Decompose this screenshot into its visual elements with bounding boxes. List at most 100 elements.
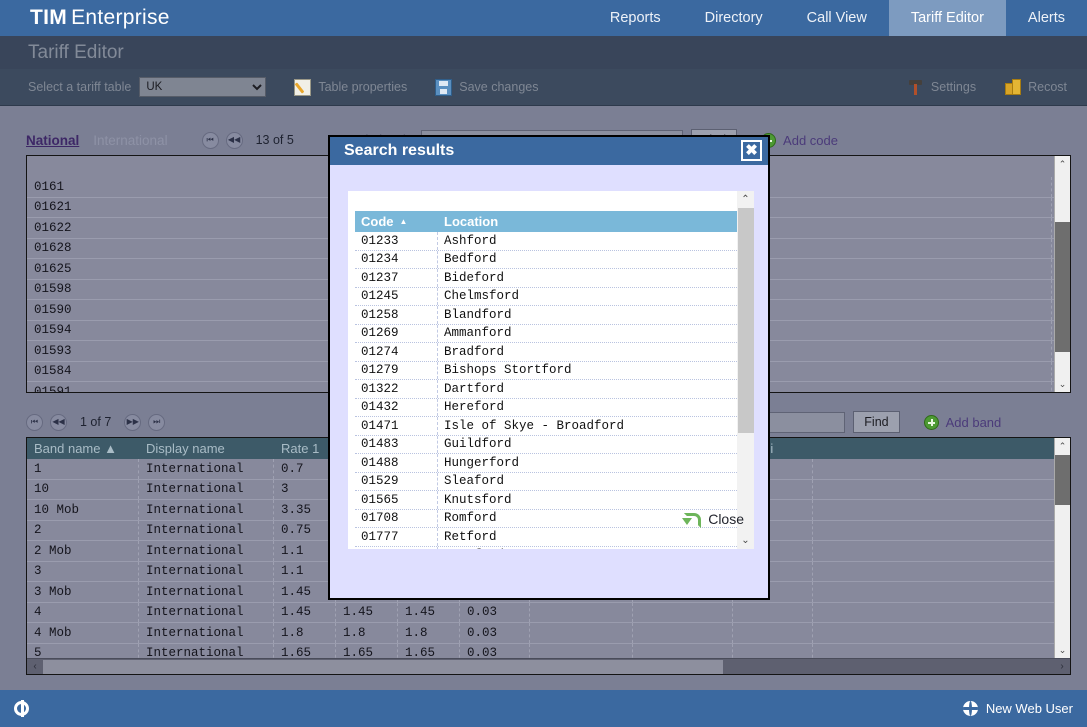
close-icon[interactable]: ✖: [741, 140, 762, 161]
list-item[interactable]: 01258Blandford: [355, 306, 737, 325]
bands-first-page-button[interactable]: ⏮: [26, 414, 43, 431]
cell-band: 10 Mob: [27, 500, 139, 520]
list-item[interactable]: 01322Dartford: [355, 380, 737, 399]
cell-display: International: [139, 500, 274, 520]
dialog-body: Code ▲ Location 01233Ashford01234Bedford…: [330, 165, 768, 549]
list-item[interactable]: 01432Hereford: [355, 399, 737, 418]
cell-connect: [633, 603, 733, 623]
cell-r1: 1.45: [274, 582, 336, 602]
table-properties-button[interactable]: Table properties: [294, 79, 407, 96]
bands-scroll-thumb[interactable]: [1055, 455, 1070, 505]
dialog-scroll-thumb[interactable]: [738, 208, 754, 433]
column-header-code[interactable]: Code ▲: [355, 214, 438, 229]
tariff-table-select[interactable]: UK: [139, 77, 266, 97]
bands-grid-scrollbar[interactable]: ⌃ ⌄: [1054, 438, 1070, 674]
list-item[interactable]: 01234Bedford: [355, 251, 737, 270]
cell-code: 01279: [355, 362, 438, 380]
cell-code: 01471: [355, 417, 438, 435]
list-item[interactable]: 01488Hungerford: [355, 454, 737, 473]
bands-prev-page-button[interactable]: ◀◀: [50, 414, 67, 431]
column-header-band-name[interactable]: Band name ▲: [27, 441, 139, 456]
cell-band: 4: [27, 603, 139, 623]
codes-scroll-down-icon[interactable]: ⌄: [1055, 376, 1070, 392]
cell-min: [530, 603, 633, 623]
list-item[interactable]: 01274Bradford: [355, 343, 737, 362]
bands-hscroll-thumb[interactable]: [43, 660, 723, 674]
list-item[interactable]: 01233Ashford: [355, 232, 737, 251]
codes-scroll-thumb[interactable]: [1055, 222, 1070, 352]
bands-scroll-right-icon[interactable]: ›: [1054, 661, 1070, 672]
codes-prev-page-button[interactable]: ◀◀: [226, 132, 243, 149]
tab-national[interactable]: National: [26, 133, 79, 148]
cell-location: Dartford: [438, 382, 504, 396]
add-band-label: Add band: [946, 415, 1002, 430]
bands-scroll-down-icon[interactable]: ⌄: [1055, 642, 1070, 658]
tab-international[interactable]: International: [93, 133, 167, 148]
bands-find-button[interactable]: Find: [853, 411, 899, 433]
bands-last-page-button[interactable]: ⏭: [148, 414, 165, 431]
cell-display: International: [139, 562, 274, 582]
nav-item-alerts[interactable]: Alerts: [1006, 0, 1087, 36]
dialog-scroll-up-icon[interactable]: ⌃: [737, 191, 754, 208]
column-header-location[interactable]: Location: [438, 214, 498, 229]
table-properties-label: Table properties: [318, 80, 407, 94]
list-item[interactable]: 01279Bishops Stortford: [355, 362, 737, 381]
status-user-label: New Web User: [986, 701, 1073, 716]
cell-r3: 1.8: [398, 623, 460, 643]
cell-start: 0.03: [460, 623, 530, 643]
cell-code: 01322: [355, 380, 438, 398]
save-changes-button[interactable]: Save changes: [435, 79, 538, 96]
add-band-button[interactable]: Add band: [924, 415, 1002, 430]
logo-bold-text: TIM: [30, 6, 67, 30]
nav-item-reports[interactable]: Reports: [588, 0, 683, 36]
column-header-display-name[interactable]: Display name: [139, 441, 274, 456]
list-item[interactable]: 01483Guildford: [355, 436, 737, 455]
cell-location: Ashford: [438, 234, 497, 248]
search-results-header-row: Code ▲ Location: [355, 211, 737, 232]
close-button[interactable]: Close: [682, 511, 744, 527]
add-code-button[interactable]: Add code: [761, 133, 838, 148]
cell-code: 01258: [355, 306, 438, 324]
table-row[interactable]: 4 MobInternational1.81.81.80.03: [27, 623, 1070, 644]
page-title: Tariff Editor: [0, 42, 124, 64]
toolbar-right-group: Settings Recost: [879, 79, 1087, 96]
list-item[interactable]: 01471Isle of Skye - Broadford: [355, 417, 737, 436]
settings-button[interactable]: Settings: [907, 79, 976, 96]
bands-page-indicator: 1 of 7: [80, 415, 111, 429]
list-item[interactable]: 01245Chelmsford: [355, 288, 737, 307]
cell-r2: 1.45: [336, 603, 398, 623]
bands-scroll-left-icon[interactable]: ‹: [27, 661, 43, 672]
nav-item-directory[interactable]: Directory: [683, 0, 785, 36]
bands-scroll-up-icon[interactable]: ⌃: [1055, 438, 1070, 454]
recost-button[interactable]: Recost: [1004, 79, 1067, 96]
cell-cap: [733, 623, 813, 643]
cell-band: 3: [27, 562, 139, 582]
cell-start: 0.03: [460, 603, 530, 623]
cell-r1: 0.75: [274, 521, 336, 541]
status-bar: New Web User: [0, 690, 1087, 727]
tariff-toolbar: Select a tariff table UK Table propertie…: [0, 69, 1087, 106]
nav-item-call-view[interactable]: Call View: [785, 0, 889, 36]
cell-code: 01237: [355, 269, 438, 287]
bands-grid-hscrollbar[interactable]: ‹ ›: [27, 658, 1070, 674]
cell-r1: 1.45: [274, 603, 336, 623]
list-item[interactable]: 01269Ammanford: [355, 325, 737, 344]
column-header-rate-1[interactable]: Rate 1: [274, 441, 336, 456]
cell-cap: [733, 603, 813, 623]
table-row[interactable]: 4International1.451.451.450.03: [27, 603, 1070, 624]
nav-spacer: [170, 0, 588, 36]
codes-grid-scrollbar[interactable]: ⌃ ⌄: [1054, 156, 1070, 392]
cell-location: Bideford: [438, 271, 504, 285]
cell-band: 1: [27, 459, 139, 479]
nav-item-tariff-editor[interactable]: Tariff Editor: [889, 0, 1006, 36]
cell-display: International: [139, 582, 274, 602]
list-item[interactable]: 01237Bideford: [355, 269, 737, 288]
column-header-code-label: Code: [361, 214, 394, 229]
codes-first-page-button[interactable]: ⏮: [202, 132, 219, 149]
status-user-group[interactable]: New Web User: [963, 701, 1087, 716]
gear-icon[interactable]: [14, 701, 29, 716]
page-title-band: Tariff Editor: [0, 36, 1087, 69]
bands-next-page-button[interactable]: ▶▶: [124, 414, 141, 431]
codes-scroll-up-icon[interactable]: ⌃: [1055, 156, 1070, 172]
recost-label: Recost: [1028, 80, 1067, 94]
